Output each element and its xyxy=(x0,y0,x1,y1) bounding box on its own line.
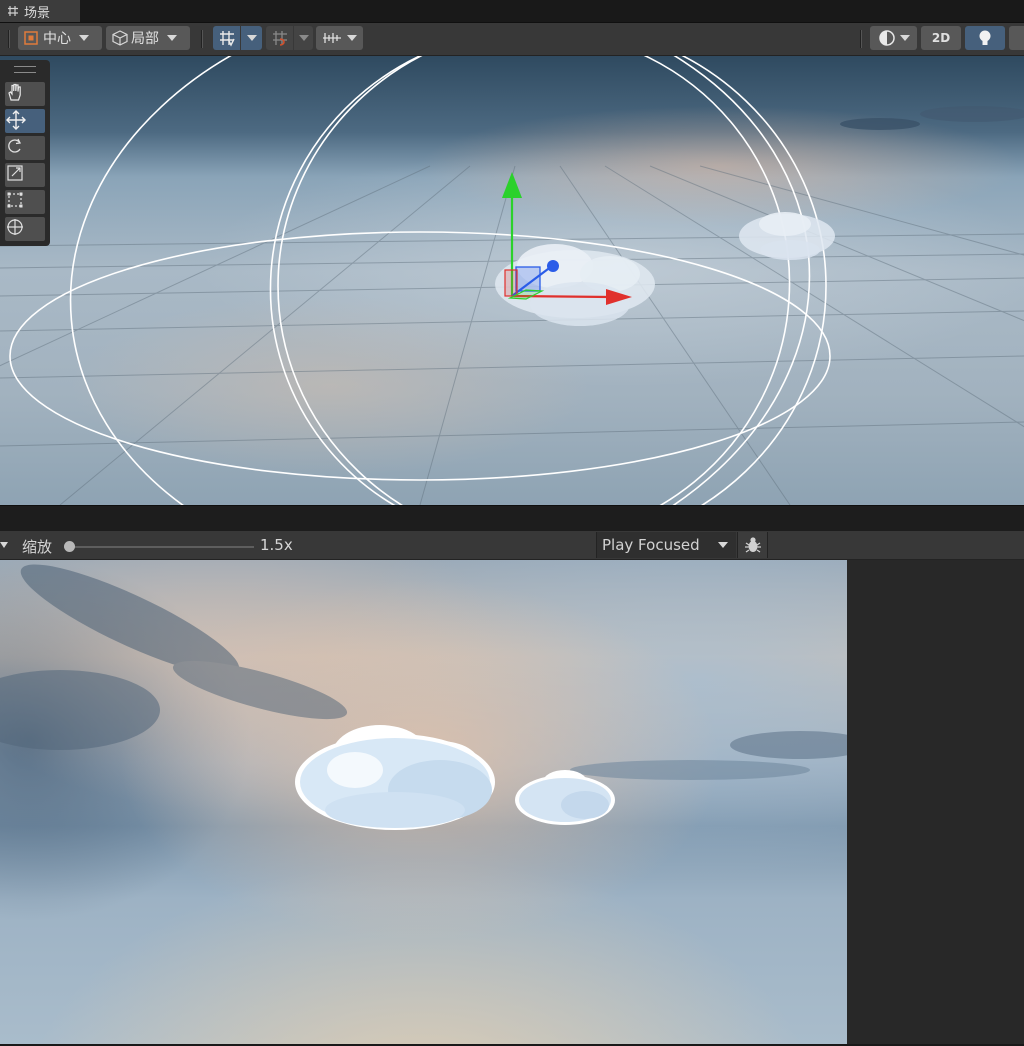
increment-snap-toggle[interactable] xyxy=(266,26,293,50)
game-render xyxy=(0,564,847,830)
increment-snap-dropdown[interactable] xyxy=(294,26,313,50)
space-mode-label: 局部 xyxy=(131,31,159,47)
lightbulb-icon xyxy=(979,30,991,45)
grid-snap-toggle[interactable] xyxy=(213,26,240,50)
bug-icon xyxy=(744,537,761,553)
rotate-tool[interactable] xyxy=(5,136,45,160)
toolbar-grip xyxy=(8,30,10,48)
space-mode-dropdown[interactable]: 局部 xyxy=(106,26,190,50)
tools-palette xyxy=(0,60,50,246)
scene-toolbar: 中心 局部 2D xyxy=(0,23,1024,56)
move-arrows-icon xyxy=(6,110,26,130)
game-cloud-large xyxy=(295,725,495,830)
game-view[interactable] xyxy=(0,560,847,1044)
transform-tool[interactable] xyxy=(5,217,45,241)
zoom-slider-thumb[interactable] xyxy=(64,541,75,552)
zoom-label: 缩放 xyxy=(22,538,53,556)
play-mode-label: Play Focused xyxy=(602,536,700,554)
distant-cloud xyxy=(840,118,920,130)
rect-tool[interactable] xyxy=(5,190,45,214)
distant-cloud xyxy=(920,106,1024,122)
transform-icon xyxy=(7,219,23,235)
grid-snap-icon xyxy=(219,31,235,47)
mode-2d-button[interactable]: 2D xyxy=(921,26,961,50)
chevron-down-icon[interactable] xyxy=(0,542,8,548)
grid-snap-dropdown[interactable] xyxy=(241,26,262,50)
chevron-down-icon xyxy=(718,542,728,548)
sphere-gizmo xyxy=(9,56,831,505)
ruler-dropdown[interactable] xyxy=(316,26,363,50)
toolbar-grip xyxy=(860,30,862,48)
scale-tool[interactable] xyxy=(5,163,45,187)
scene-tab-bar: 场景 xyxy=(0,0,1024,23)
zoom-value: 1.5x xyxy=(260,536,293,554)
right-side-panel xyxy=(847,560,1024,1044)
chevron-down-icon xyxy=(79,35,89,41)
game-toolbar: 缩放 1.5x Play Focused xyxy=(0,531,1024,560)
move-tool[interactable] xyxy=(5,109,45,133)
chevron-down-icon xyxy=(167,35,177,41)
scene-overlay xyxy=(0,56,1024,505)
ruler-icon xyxy=(323,33,341,43)
play-mode-dropdown[interactable]: Play Focused xyxy=(596,532,736,558)
game-cloud-small xyxy=(515,770,615,825)
pivot-mode-label: 中心 xyxy=(43,31,71,47)
debug-toggle[interactable] xyxy=(737,532,768,558)
audio-toggle[interactable] xyxy=(1009,26,1024,50)
gizmo-z-handle-icon[interactable] xyxy=(547,260,559,272)
gizmo-y-arrow-icon[interactable] xyxy=(502,172,522,198)
increment-snap-icon xyxy=(272,31,287,46)
shading-mode-icon xyxy=(878,30,895,46)
hand-tool[interactable] xyxy=(5,82,45,106)
chevron-down-icon xyxy=(298,35,309,41)
toolbar-grip xyxy=(201,30,203,48)
scene-tab[interactable]: 场景 xyxy=(0,0,80,22)
gizmo-plane-yz[interactable] xyxy=(504,269,518,297)
chevron-down-icon xyxy=(899,35,910,41)
chevron-down-icon xyxy=(246,35,257,41)
palette-grip[interactable] xyxy=(14,66,36,73)
panel-divider[interactable] xyxy=(0,505,1024,532)
pivot-mode-dropdown[interactable]: 中心 xyxy=(18,26,102,50)
hand-icon xyxy=(8,83,21,101)
scene-grid-icon xyxy=(8,6,18,16)
scene-viewport[interactable] xyxy=(0,56,1024,505)
chevron-down-icon xyxy=(347,35,357,41)
cube-local-icon xyxy=(112,30,128,46)
scene-tab-label: 场景 xyxy=(24,5,51,21)
zoom-slider[interactable] xyxy=(64,541,254,552)
pivot-center-icon xyxy=(24,31,38,45)
rect-transform-icon xyxy=(7,192,23,208)
shading-mode-dropdown[interactable] xyxy=(870,26,917,50)
mode-2d-label: 2D xyxy=(931,31,951,45)
scale-icon xyxy=(7,165,23,181)
rotate-icon xyxy=(8,138,21,153)
gizmo-plane-xy[interactable] xyxy=(515,266,541,292)
secondary-cloud[interactable] xyxy=(739,212,835,260)
lighting-toggle[interactable] xyxy=(965,26,1005,50)
